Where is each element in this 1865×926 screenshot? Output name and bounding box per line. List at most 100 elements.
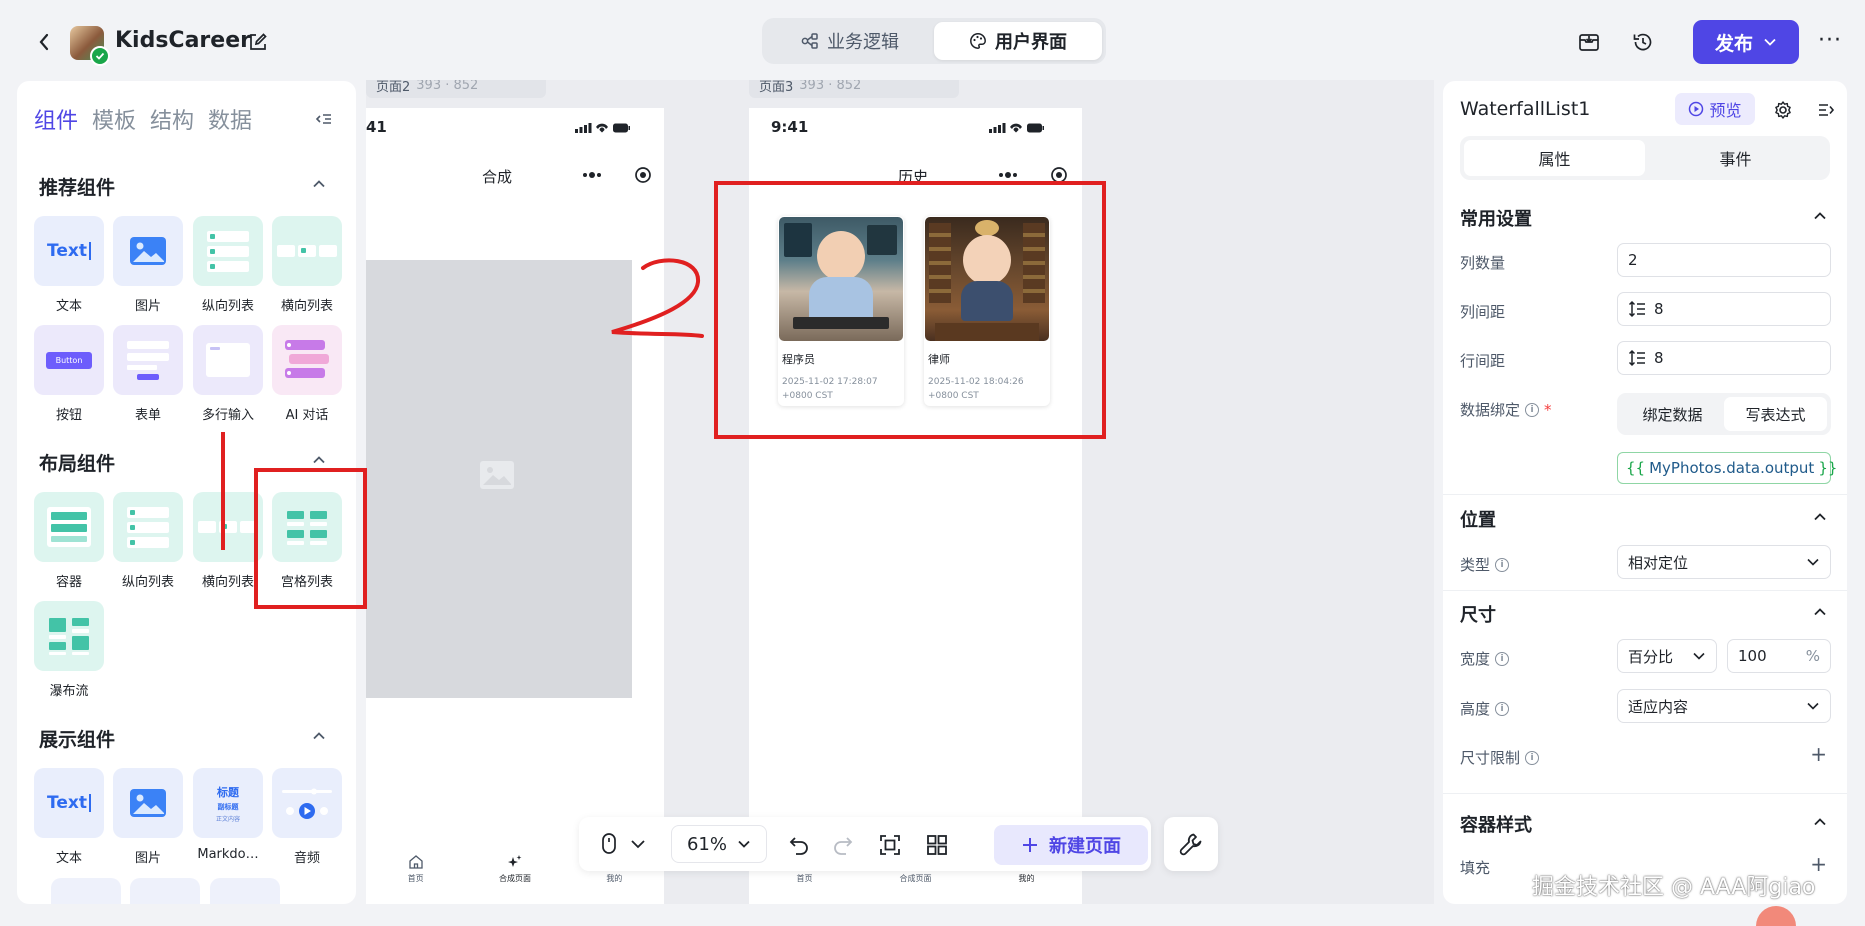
info-icon[interactable]: i	[1495, 651, 1510, 666]
chevron-up-icon[interactable]	[310, 727, 328, 745]
info-icon[interactable]: i	[1495, 701, 1510, 716]
flow-icon	[801, 33, 818, 49]
collapse-panel-icon[interactable]	[314, 109, 334, 129]
expression-body: MyPhotos.data.output	[1649, 459, 1815, 477]
component-text[interactable]: Text 文本	[34, 216, 104, 314]
phone-page-compose[interactable]: 41 合成 首页 合成页面 我的	[366, 108, 664, 904]
save-icon[interactable]	[1577, 30, 1601, 54]
component-tile-partial	[130, 878, 200, 904]
history-icon[interactable]	[1631, 30, 1655, 54]
component-vertical-list-layout[interactable]: 纵向列表	[113, 492, 183, 590]
info-icon[interactable]: i	[1525, 402, 1540, 417]
page-tag-right[interactable]: 页面3 393 · 852	[749, 80, 959, 98]
pointer-mode-button[interactable]	[595, 831, 651, 857]
expression-input[interactable]: {{ MyPhotos.data.output }}	[1617, 452, 1837, 484]
tab-data[interactable]: 数据	[208, 103, 252, 135]
mode-business-logic[interactable]: 业务逻辑	[766, 22, 934, 60]
design-canvas[interactable]: 页面2 393 · 852 页面3 393 · 852 41 合成 首页 合成页…	[366, 80, 1434, 904]
overview-button[interactable]	[923, 831, 951, 859]
canvas-toolbar: 61% 新建页面	[579, 817, 1151, 871]
fit-screen-button[interactable]	[876, 831, 904, 859]
page-tag-left[interactable]: 页面2 393 · 852	[366, 80, 546, 98]
component-container[interactable]: 容器	[34, 492, 104, 590]
divider	[1443, 590, 1847, 591]
tab-templates[interactable]: 模板	[92, 103, 136, 135]
phone-page-history[interactable]: 9:41 历史 程序员 2025-11-02 17:28:07 +0800 CS…	[749, 108, 1082, 904]
chevron-up-icon[interactable]	[1811, 603, 1829, 621]
component-text-display[interactable]: Text 文本	[34, 768, 104, 866]
column-gap-value: 8	[1654, 300, 1664, 318]
floating-avatar[interactable]	[1756, 906, 1796, 926]
tab-home[interactable]: 首页	[366, 844, 465, 904]
card-meta: 2025-11-02 17:28:07 +0800 CST	[782, 375, 904, 403]
binding-option-expression[interactable]: 写表达式	[1724, 397, 1827, 431]
settings-icon[interactable]	[1773, 100, 1793, 120]
component-horizontal-list-layout[interactable]: 横向列表	[193, 492, 263, 590]
component-horizontal-list[interactable]: 横向列表	[272, 216, 342, 314]
position-type-select[interactable]: 相对定位	[1617, 545, 1831, 579]
component-ai-chat[interactable]: AI 对话	[272, 325, 342, 423]
status-icons	[575, 122, 630, 134]
width-unit-select[interactable]: 百分比	[1617, 639, 1717, 673]
component-grid-list[interactable]: 宫格列表	[272, 492, 342, 590]
row-gap-input[interactable]: 8	[1617, 341, 1831, 375]
component-vertical-list[interactable]: 纵向列表	[193, 216, 263, 314]
component-tile-partial	[210, 878, 280, 904]
component-image-display[interactable]: 图片	[113, 768, 183, 866]
info-icon[interactable]: i	[1495, 557, 1510, 572]
expand-panel-icon[interactable]	[1817, 101, 1835, 119]
textarea-icon	[206, 343, 250, 377]
preview-button[interactable]: 预览	[1675, 93, 1755, 125]
tab-events[interactable]: 事件	[1645, 140, 1826, 176]
column-gap-input[interactable]: 8	[1617, 292, 1831, 326]
tools-button[interactable]	[1164, 817, 1218, 871]
redo-button[interactable]	[829, 831, 857, 859]
width-unit-value: 百分比	[1628, 647, 1674, 666]
grid-list-icon	[287, 511, 327, 545]
width-value-input[interactable]: 100 %	[1727, 639, 1831, 673]
tab-components[interactable]: 组件	[34, 103, 78, 135]
line-height-icon	[1628, 349, 1645, 367]
component-button[interactable]: Button 按钮	[34, 325, 104, 423]
height-select[interactable]: 适应内容	[1617, 689, 1831, 723]
image-placeholder[interactable]	[366, 260, 632, 698]
width-suffix: %	[1805, 647, 1820, 665]
tab-label: 合成页面	[899, 874, 932, 883]
text-tile-icon: Text	[47, 793, 87, 813]
component-multiline-input[interactable]: 多行输入	[193, 325, 263, 423]
back-button[interactable]	[30, 28, 58, 56]
component-image[interactable]: 图片	[113, 216, 183, 314]
chevron-up-icon[interactable]	[1811, 207, 1829, 225]
mini-program-capsule	[582, 163, 652, 187]
publish-button[interactable]: 发布	[1693, 20, 1799, 64]
tab-compose[interactable]: 合成页面	[465, 844, 564, 904]
tab-structure[interactable]: 结构	[150, 103, 194, 135]
chevron-up-icon[interactable]	[1811, 813, 1829, 831]
binding-option-bind-data[interactable]: 绑定数据	[1621, 397, 1724, 431]
component-form[interactable]: 表单	[113, 325, 183, 423]
info-icon[interactable]: i	[1525, 750, 1540, 765]
divider	[1443, 494, 1847, 495]
mode-user-interface[interactable]: 用户界面	[934, 22, 1102, 60]
edit-icon[interactable]	[247, 31, 269, 53]
component-markdown[interactable]: 标题 副标题 正文内容 Markdo…	[193, 768, 263, 862]
properties-panel: WaterfallList1 预览 属性 事件 常用设置 列数量 2 列间距 8…	[1443, 81, 1847, 904]
zoom-select[interactable]: 61%	[671, 825, 767, 863]
chevron-up-icon[interactable]	[310, 175, 328, 193]
more-menu-button[interactable]: ···	[1818, 28, 1842, 53]
vertical-list-icon	[207, 231, 249, 272]
waterfall-card[interactable]: 律师 2025-11-02 18:04:26 +0800 CST	[924, 216, 1050, 406]
new-page-button[interactable]: 新建页面	[994, 825, 1148, 865]
chevron-up-icon[interactable]	[310, 451, 328, 469]
waterfall-card[interactable]: 程序员 2025-11-02 17:28:07 +0800 CST	[778, 216, 904, 406]
tab-properties[interactable]: 属性	[1464, 140, 1645, 176]
section-title-position: 位置	[1460, 510, 1496, 531]
home-icon	[409, 855, 423, 869]
component-audio[interactable]: 音频	[272, 768, 342, 866]
chevron-up-icon[interactable]	[1811, 508, 1829, 526]
form-icon	[127, 341, 169, 380]
undo-button[interactable]	[785, 831, 813, 859]
component-waterfall[interactable]: 瀑布流	[34, 601, 104, 699]
columns-input[interactable]: 2	[1617, 243, 1831, 277]
add-size-limit-button[interactable]: +	[1810, 742, 1827, 766]
